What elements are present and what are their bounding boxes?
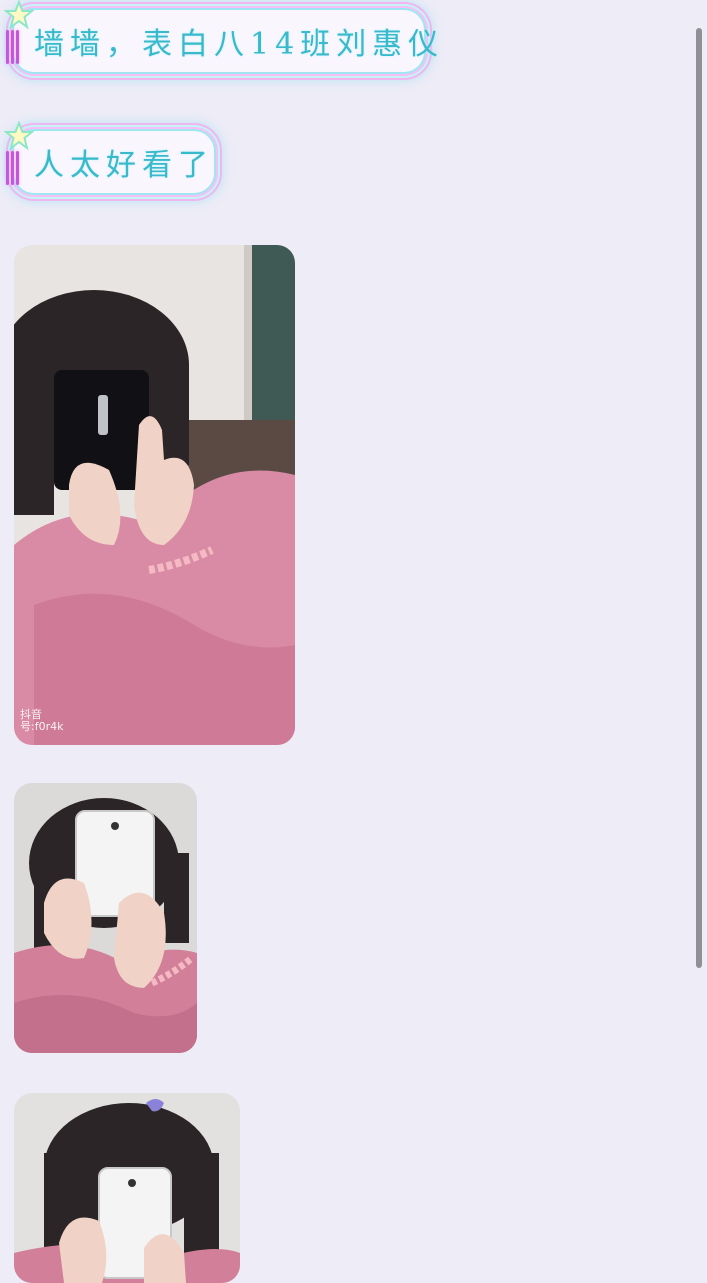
selfie-photo (14, 783, 197, 1053)
decorative-stripes-icon (6, 151, 22, 185)
scrollbar[interactable] (696, 28, 702, 968)
message-text: 墙墙，表白八14班刘惠仪 (34, 27, 445, 62)
chat-bubble-message-1[interactable]: 墙墙，表白八14班刘惠仪 (4, 0, 438, 74)
chat-image-message-1[interactable]: 抖音 号:f0r4k (14, 245, 295, 745)
chat-image-message-2[interactable] (14, 783, 197, 1053)
star-icon (4, 121, 34, 151)
chat-image-message-3[interactable] (14, 1093, 240, 1283)
selfie-photo (14, 245, 295, 745)
chat-bubble-message-2[interactable]: 人太好看了 (4, 121, 216, 195)
star-icon (4, 0, 34, 30)
decorative-stripes-icon (6, 30, 22, 64)
selfie-photo (14, 1093, 240, 1283)
watermark-caption: 抖音 号:f0r4k (20, 708, 64, 733)
message-text: 人太好看了 (34, 148, 214, 183)
